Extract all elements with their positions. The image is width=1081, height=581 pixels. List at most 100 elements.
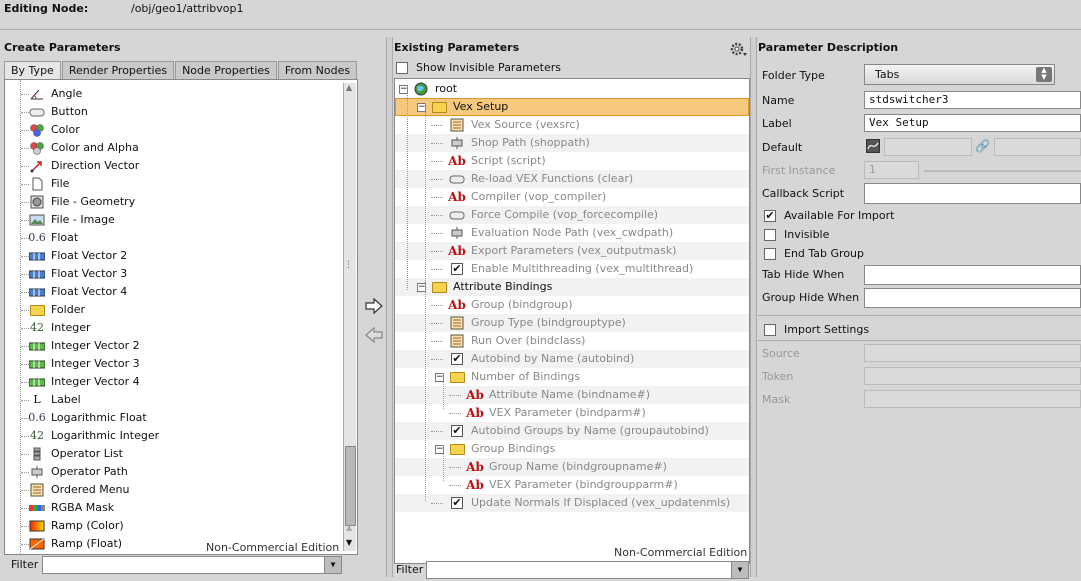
tree-parameter-row[interactable]: Run Over (bindclass) bbox=[395, 332, 749, 350]
create-list-item[interactable]: Integer Vector 4 bbox=[5, 373, 335, 391]
callback-script-input[interactable] bbox=[864, 183, 1081, 204]
create-list-item[interactable]: 0.6 Logarithmic Float bbox=[5, 409, 335, 427]
tree-folder-row[interactable]: − Attribute Bindings bbox=[395, 278, 749, 296]
create-list-item[interactable]: Button bbox=[5, 103, 335, 121]
create-list-item[interactable]: Ramp (Color) bbox=[5, 517, 335, 535]
tree-guide-line bbox=[443, 373, 444, 409]
create-list-item[interactable]: Integer Vector 3 bbox=[5, 355, 335, 373]
tree-parameter-row[interactable]: Ab Attribute Name (bindname#) bbox=[395, 386, 749, 404]
create-list-item[interactable]: Folder bbox=[5, 301, 335, 319]
create-list-item[interactable]: File - Image bbox=[5, 211, 335, 229]
tab-by-type[interactable]: By Type bbox=[4, 61, 61, 80]
tree-parameter-row[interactable]: Ab VEX Parameter (bindparm#) bbox=[395, 404, 749, 422]
chevron-down-icon[interactable]: ▼ bbox=[324, 557, 341, 573]
show-invisible-label: Show Invisible Parameters bbox=[416, 61, 562, 74]
create-list-item[interactable]: 42 Logarithmic Integer bbox=[5, 427, 335, 445]
tree-parameter-row[interactable]: Ab VEX Parameter (bindgroupparm#) bbox=[395, 476, 749, 494]
available-import-label: Available For Import bbox=[784, 209, 895, 222]
create-list-item[interactable]: Color bbox=[5, 121, 335, 139]
create-list-item[interactable]: 42 Integer bbox=[5, 319, 335, 337]
create-list-item[interactable]: File bbox=[5, 175, 335, 193]
tree-folder-row[interactable]: − Vex Setup bbox=[395, 98, 749, 116]
name-input[interactable]: stdswitcher3 bbox=[864, 91, 1081, 109]
remove-parameter-arrow-icon[interactable] bbox=[364, 326, 384, 347]
default-input-2 bbox=[994, 138, 1081, 156]
create-item-label: Operator List bbox=[51, 447, 123, 460]
panel-splitter-right[interactable] bbox=[750, 37, 757, 577]
tree-parameter-row[interactable]: Evaluation Node Path (vex_cwdpath) bbox=[395, 224, 749, 242]
create-scrollbar[interactable]: ▲ ▲ ▼ bbox=[343, 83, 356, 551]
float-vector-icon bbox=[29, 285, 45, 299]
create-list-item[interactable]: Float Vector 4 bbox=[5, 283, 335, 301]
tree-parameter-row[interactable]: Ab Compiler (vop_compiler) bbox=[395, 188, 749, 206]
create-list-item[interactable]: L Label bbox=[5, 391, 335, 409]
invisible-checkbox[interactable] bbox=[764, 229, 776, 241]
add-parameter-arrow-icon[interactable] bbox=[364, 297, 384, 318]
create-parameters-title: Create Parameters bbox=[4, 41, 121, 54]
create-list-item[interactable]: Integer Vector 2 bbox=[5, 337, 335, 355]
show-invisible-checkbox[interactable] bbox=[396, 62, 408, 74]
existing-parameters-tree[interactable]: − root − Vex Setup Vex Source (vexsrc) Shop P… bbox=[394, 78, 750, 564]
grip-icon[interactable]: ⋮⋮ bbox=[344, 260, 362, 270]
tree-parameter-row[interactable]: ✔ Autobind by Name (autobind) bbox=[395, 350, 749, 368]
import-settings-checkbox[interactable] bbox=[764, 324, 776, 336]
tree-parameter-row[interactable]: Re-load VEX Functions (clear) bbox=[395, 170, 749, 188]
tree-parameter-row[interactable]: Ab Group Name (bindgroupname#) bbox=[395, 458, 749, 476]
tree-filter-input[interactable]: ▼ bbox=[426, 561, 749, 579]
create-list-item[interactable]: Operator List bbox=[5, 445, 335, 463]
create-list-item[interactable]: Operator Path bbox=[5, 463, 335, 481]
tab-node-properties[interactable]: Node Properties bbox=[175, 61, 277, 80]
create-list-item[interactable]: 0.6 Float bbox=[5, 229, 335, 247]
tree-parameter-row[interactable]: ✔ Enable Multithreading (vex_multithread) bbox=[395, 260, 749, 278]
updown-arrows-icon[interactable]: ▲ ▼ bbox=[1036, 67, 1052, 82]
label-input[interactable]: Vex Setup bbox=[864, 114, 1081, 132]
tree-item-label: Run Over (bindclass) bbox=[471, 334, 586, 347]
create-filter-input[interactable]: ▼ bbox=[42, 556, 342, 574]
create-parameters-list[interactable]: Angle Button Color Color and Alpha Direction… bbox=[4, 79, 358, 555]
create-list-item[interactable]: Direction Vector bbox=[5, 157, 335, 175]
first-instance-input: 1 bbox=[864, 161, 919, 179]
existing-parameters-title: Existing Parameters bbox=[394, 41, 520, 54]
create-list-item[interactable]: Float Vector 3 bbox=[5, 265, 335, 283]
channel-icon[interactable] bbox=[866, 139, 880, 153]
tree-folder-row[interactable]: − Number of Bindings bbox=[395, 368, 749, 386]
default-input-1 bbox=[884, 138, 972, 156]
tree-guide-line bbox=[21, 166, 29, 167]
tree-parameter-row[interactable]: ✔ Autobind Groups by Name (groupautobind) bbox=[395, 422, 749, 440]
tree-folder-row[interactable]: − Group Bindings bbox=[395, 440, 749, 458]
tree-parameter-row[interactable]: Ab Export Parameters (vex_outputmask) bbox=[395, 242, 749, 260]
scroll-up-arrow-icon[interactable]: ▲ bbox=[346, 523, 352, 532]
create-list-item[interactable]: Color and Alpha bbox=[5, 139, 335, 157]
tab-hide-when-input[interactable] bbox=[864, 265, 1081, 285]
string-icon: Ab bbox=[448, 190, 466, 204]
create-item-label: Button bbox=[51, 105, 88, 118]
tree-parameter-row[interactable]: Group Type (bindgrouptype) bbox=[395, 314, 749, 332]
tree-parameter-row[interactable]: Shop Path (shoppath) bbox=[395, 134, 749, 152]
create-list-item[interactable]: Ordered Menu bbox=[5, 481, 335, 499]
available-import-checkbox[interactable]: ✔ bbox=[764, 210, 776, 222]
create-list-item[interactable]: Float Vector 2 bbox=[5, 247, 335, 265]
scroll-up-icon[interactable]: ▲ bbox=[346, 83, 352, 92]
folder-type-dropdown[interactable]: Tabs ▲ ▼ bbox=[864, 64, 1055, 85]
tab-from-nodes[interactable]: From Nodes bbox=[277, 61, 358, 80]
create-list-item[interactable]: File - Geometry bbox=[5, 193, 335, 211]
scroll-down-icon[interactable]: ▼ bbox=[346, 538, 352, 547]
group-hide-when-input[interactable] bbox=[864, 288, 1081, 308]
gear-icon[interactable] bbox=[728, 40, 748, 61]
ordered-menu-icon bbox=[449, 334, 465, 348]
tree-guide-line bbox=[21, 310, 29, 311]
tree-guide-line bbox=[431, 269, 443, 270]
tree-root-row[interactable]: − root bbox=[395, 80, 749, 98]
create-list-item[interactable]: RGBA Mask bbox=[5, 499, 335, 517]
chevron-down-icon[interactable]: ▼ bbox=[731, 562, 748, 578]
create-list-item[interactable]: Angle bbox=[5, 85, 335, 103]
tree-parameter-row[interactable]: ✔ Update Normals If Displaced (vex_update… bbox=[395, 494, 749, 512]
tab-render-properties[interactable]: Render Properties bbox=[61, 61, 175, 80]
create-scroll-thumb[interactable] bbox=[345, 446, 356, 526]
tree-parameter-row[interactable]: Ab Script (script) bbox=[395, 152, 749, 170]
tree-parameter-row[interactable]: Ab Group (bindgroup) bbox=[395, 296, 749, 314]
tree-parameter-row[interactable]: Force Compile (vop_forcecompile) bbox=[395, 206, 749, 224]
tree-parameter-row[interactable]: Vex Source (vexsrc) bbox=[395, 116, 749, 134]
end-tab-group-checkbox[interactable] bbox=[764, 248, 776, 260]
panel-splitter-left[interactable] bbox=[386, 37, 393, 577]
